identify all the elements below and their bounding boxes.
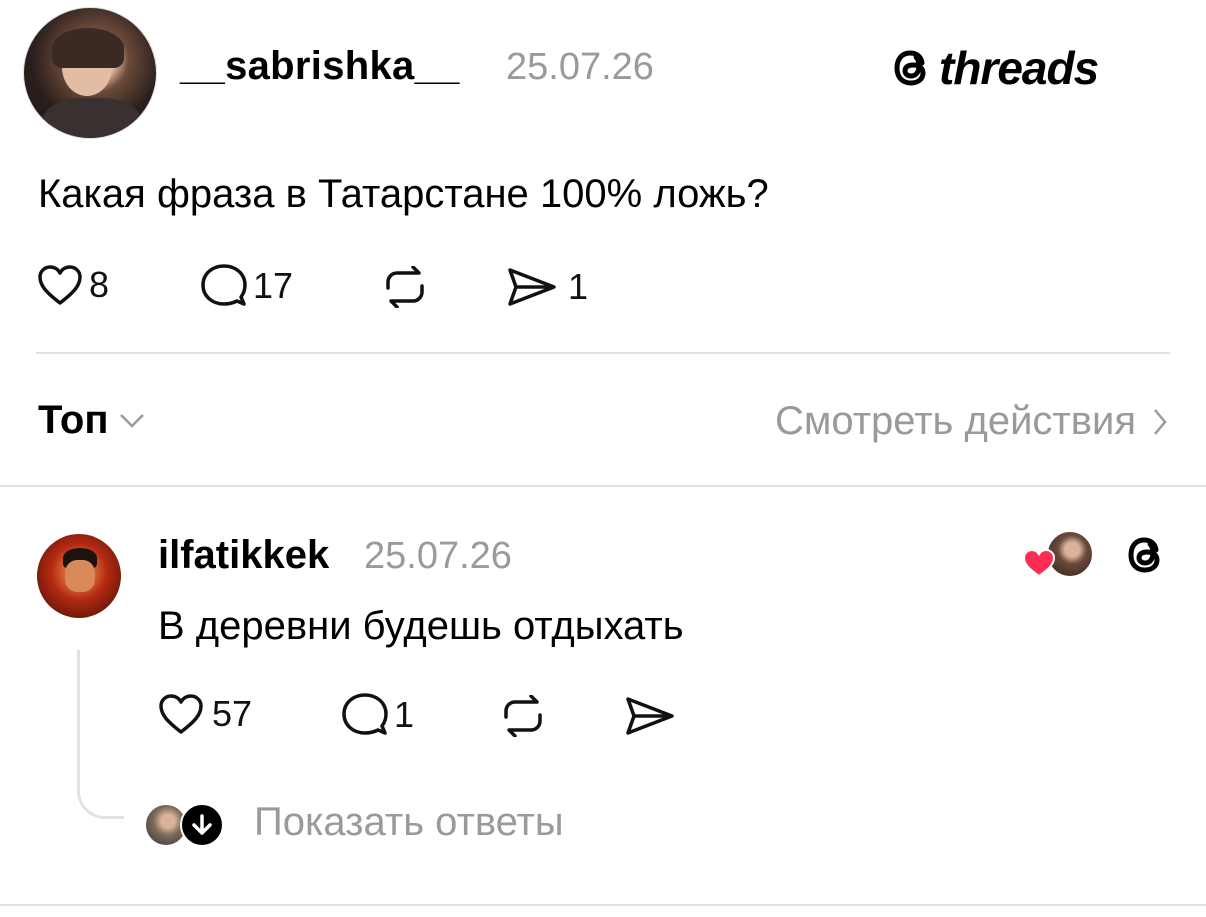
- post-share-button[interactable]: 1: [506, 266, 588, 308]
- post-like-count: 8: [89, 264, 110, 305]
- section-divider: [0, 485, 1206, 487]
- show-replies-label: Показать ответы: [254, 800, 564, 844]
- chevron-right-icon: [1152, 407, 1168, 437]
- comment-icon: [201, 264, 247, 308]
- reply-reply-count: 1: [394, 694, 415, 735]
- post-repost-button[interactable]: [380, 266, 430, 308]
- share-icon: [624, 695, 676, 737]
- reply-text: В деревни будешь отдыхать: [158, 604, 684, 648]
- repost-icon: [498, 695, 548, 737]
- post-reply-button[interactable]: 17: [201, 264, 293, 308]
- heart-filled-icon: [1022, 548, 1056, 578]
- repost-icon: [380, 266, 430, 308]
- reply-share-button[interactable]: [624, 695, 676, 737]
- share-icon: [506, 266, 558, 308]
- reply-reply-button[interactable]: 1: [342, 693, 414, 737]
- bottom-divider: [0, 904, 1206, 906]
- comment-icon: [342, 693, 388, 737]
- post-like-button[interactable]: 8: [37, 264, 109, 306]
- post-share-count: 1: [568, 266, 589, 307]
- threads-brand: threads: [893, 42, 1099, 94]
- liked-by-author-indicator: [1022, 530, 1094, 582]
- divider: [36, 352, 1170, 354]
- threads-wordmark: threads: [939, 42, 1099, 94]
- view-activity-link[interactable]: Смотреть действия: [775, 399, 1168, 444]
- heart-icon: [158, 693, 204, 735]
- post-date: 25.07.26: [506, 46, 654, 88]
- chevron-down-icon: [119, 412, 145, 430]
- author-avatar[interactable]: [23, 7, 157, 139]
- threads-logo-icon: [1127, 533, 1167, 577]
- sort-label: Топ: [38, 398, 109, 442]
- show-replies-button[interactable]: Показать ответы: [144, 800, 564, 847]
- reply-avatars: [144, 801, 224, 847]
- reply-date: 25.07.26: [364, 535, 512, 577]
- reply-like-button[interactable]: 57: [158, 693, 252, 735]
- post-text: Какая фраза в Татарстане 100% ложь?: [38, 172, 769, 216]
- reply-repost-button[interactable]: [498, 695, 548, 737]
- author-username[interactable]: __sabrishka__: [180, 44, 460, 89]
- heart-icon: [37, 264, 83, 306]
- reply-username[interactable]: ilfatikkek: [158, 533, 329, 578]
- thread-connector: [77, 650, 124, 819]
- threads-logo-icon: [893, 46, 933, 90]
- reply-author-avatar[interactable]: [37, 534, 121, 618]
- sort-dropdown[interactable]: Топ: [38, 398, 145, 443]
- reply-like-count: 57: [212, 693, 253, 734]
- arrow-down-icon: [180, 802, 224, 847]
- post-reply-count: 17: [253, 265, 294, 306]
- view-activity-label: Смотреть действия: [774, 399, 1136, 443]
